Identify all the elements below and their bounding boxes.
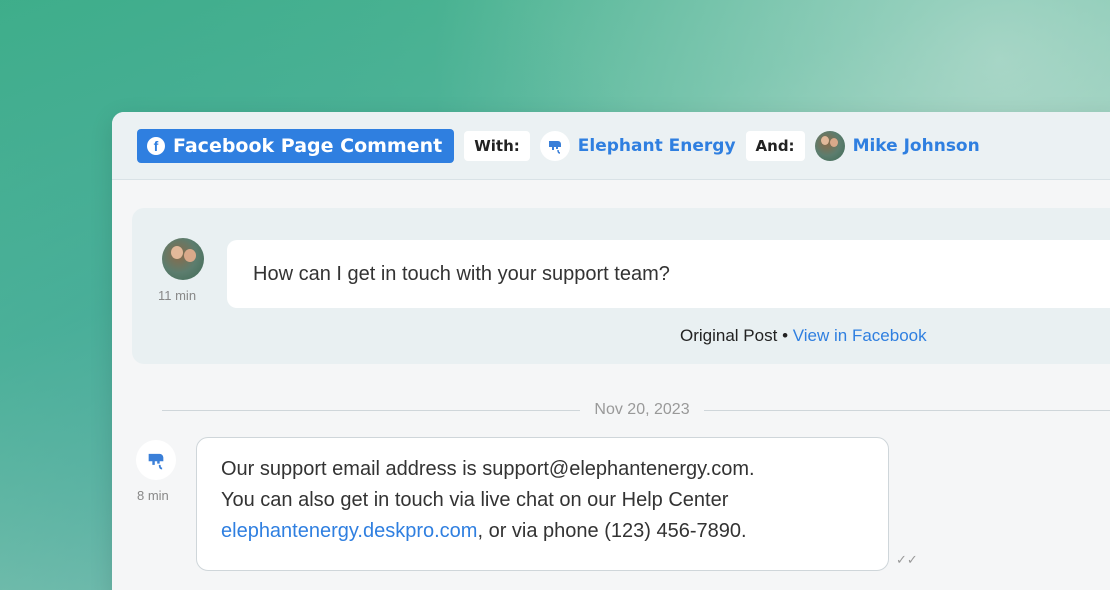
post-message: How can I get in touch with your support… bbox=[227, 240, 1110, 308]
reply-line-2: You can also get in touch via live chat … bbox=[221, 489, 729, 511]
original-post-label: Original Post bbox=[680, 326, 778, 345]
user-name[interactable]: Mike Johnson bbox=[853, 136, 980, 156]
and-label: And: bbox=[745, 130, 805, 161]
meta-separator: • bbox=[782, 326, 789, 345]
agent-avatar bbox=[136, 440, 176, 480]
user-avatar bbox=[814, 130, 845, 161]
user-party[interactable]: Mike Johnson bbox=[814, 130, 980, 161]
divider-line bbox=[703, 409, 1110, 411]
conversation-window: f Facebook Page Comment With: Elephant E… bbox=[112, 112, 1110, 590]
help-center-link[interactable]: elephantenergy.deskpro.com bbox=[221, 520, 477, 542]
view-in-facebook-link[interactable]: View in Facebook bbox=[793, 326, 927, 345]
reply-line-3-rest: , or via phone (123) 456-7890. bbox=[477, 520, 747, 542]
post-time: 11 min bbox=[158, 288, 197, 303]
conversation-header: f Facebook Page Comment With: Elephant E… bbox=[112, 112, 1110, 180]
reply-line-1: Our support email address is support@ele… bbox=[221, 458, 755, 480]
elephant-logo-icon bbox=[539, 130, 570, 161]
post-meta: Original Post • View in Facebook bbox=[680, 326, 927, 346]
facebook-icon: f bbox=[147, 136, 165, 155]
reply-message: Our support email address is support@ele… bbox=[196, 437, 889, 571]
double-check-icon: ✓✓ bbox=[896, 552, 918, 567]
brand-party[interactable]: Elephant Energy bbox=[539, 130, 736, 161]
channel-badge: f Facebook Page Comment bbox=[137, 128, 455, 163]
with-label: With: bbox=[464, 130, 530, 161]
elephant-logo-icon bbox=[148, 453, 164, 470]
original-post-card: 11 min How can I get in touch with your … bbox=[132, 208, 1110, 364]
divider-line bbox=[162, 409, 581, 411]
post-author-avatar bbox=[162, 238, 204, 280]
brand-name[interactable]: Elephant Energy bbox=[578, 136, 736, 156]
reply-line-3: elephantenergy.deskpro.com, or via phone… bbox=[221, 516, 864, 547]
date-divider: Nov 20, 2023 bbox=[162, 400, 1110, 420]
reply-time: 8 min bbox=[137, 488, 169, 503]
channel-label: Facebook Page Comment bbox=[173, 134, 443, 157]
divider-date: Nov 20, 2023 bbox=[594, 401, 690, 418]
